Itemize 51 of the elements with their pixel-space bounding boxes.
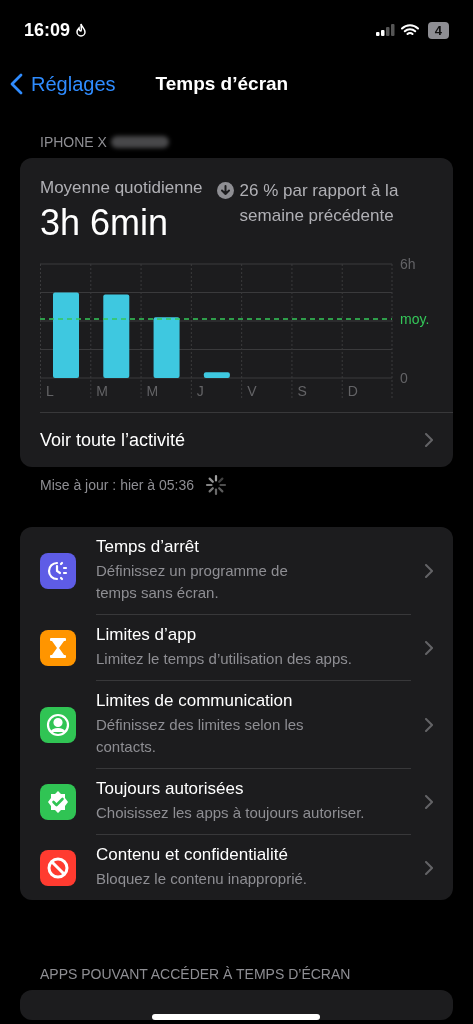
settings-row[interactable]: Temps d’arrêt Définissez un programme de temps sans écran. — [20, 527, 453, 615]
chevron-right-icon — [425, 795, 433, 809]
row-title: Limites de communication — [96, 691, 294, 711]
axis-label: 0 — [400, 370, 408, 386]
day-label: S — [297, 383, 307, 399]
bar — [153, 317, 180, 378]
battery-indicator: 4 — [427, 21, 449, 39]
see-all-activity-link[interactable]: Voir toute l’activité — [40, 429, 425, 451]
chevron-right-icon — [425, 718, 433, 732]
chevron-left-icon — [10, 73, 23, 95]
row-title: Limites d’app — [96, 625, 198, 645]
row-subtitle: Bloquez le contenu inapproprié. — [96, 869, 308, 889]
redacted-text — [110, 136, 169, 148]
flame-icon — [75, 23, 88, 37]
average-label: Moyenne quotidienne — [40, 178, 203, 198]
day-label: V — [247, 383, 257, 399]
page-title: Temps d’écran — [155, 73, 289, 95]
axis-label: 6h — [400, 256, 416, 272]
settings-row[interactable]: Toujours autorisées Choisissez les apps à toujours autoriser. — [20, 769, 453, 835]
settings-row[interactable]: Limites de communication Définissez des limites selon les contacts. — [20, 681, 453, 769]
day-label: M — [96, 383, 108, 399]
average-value: 3h 6min — [40, 202, 170, 244]
chevron-right-icon — [425, 564, 433, 578]
day-label: M — [146, 383, 159, 399]
row-subtitle: Choisissez les apps à toujours autoriser. — [96, 803, 366, 823]
home-indicator[interactable] — [152, 1014, 320, 1020]
row-subtitle: Définissez un programme de temps sans écran. — [96, 561, 289, 603]
bar — [203, 372, 230, 378]
device-name: IPHONE X — [40, 134, 107, 150]
signal-icon — [375, 24, 396, 36]
settings-row[interactable]: Contenu et confidentialité Bloquez le contenu inapproprié. — [20, 835, 453, 900]
row-subtitle: Limitez le temps d’utilisation des apps. — [96, 649, 353, 669]
day-label: D — [347, 383, 358, 399]
chevron-right-icon — [425, 860, 433, 875]
section-header: APPS POUVANT ACCÉDER À TEMPS D’ÉCRAN — [40, 966, 351, 982]
row-subtitle: Définissez des limites selon les contacts. — [96, 715, 305, 757]
spinner-icon — [204, 473, 229, 497]
day-label: L — [46, 383, 54, 399]
back-button[interactable]: Réglages — [10, 72, 116, 96]
status-time: 16:09 — [24, 19, 71, 41]
settings-row[interactable]: Limites d’app Limitez le temps d’utilisation des apps. — [20, 615, 453, 681]
wifi-icon — [400, 23, 419, 37]
day-label: J — [196, 383, 204, 399]
row-title: Contenu et confidentialité — [96, 845, 289, 865]
chevron-right-icon — [425, 641, 433, 655]
row-title: Temps d’arrêt — [96, 537, 200, 557]
row-title: Toujours autorisées — [96, 779, 245, 799]
chevron-right-icon — [425, 433, 433, 447]
update-time: Mise à jour : hier à 05:36 — [40, 477, 195, 493]
trend-text: 26 % par rapport à la semaine précédente — [239, 180, 400, 227]
average-label: moy. — [400, 311, 430, 328]
